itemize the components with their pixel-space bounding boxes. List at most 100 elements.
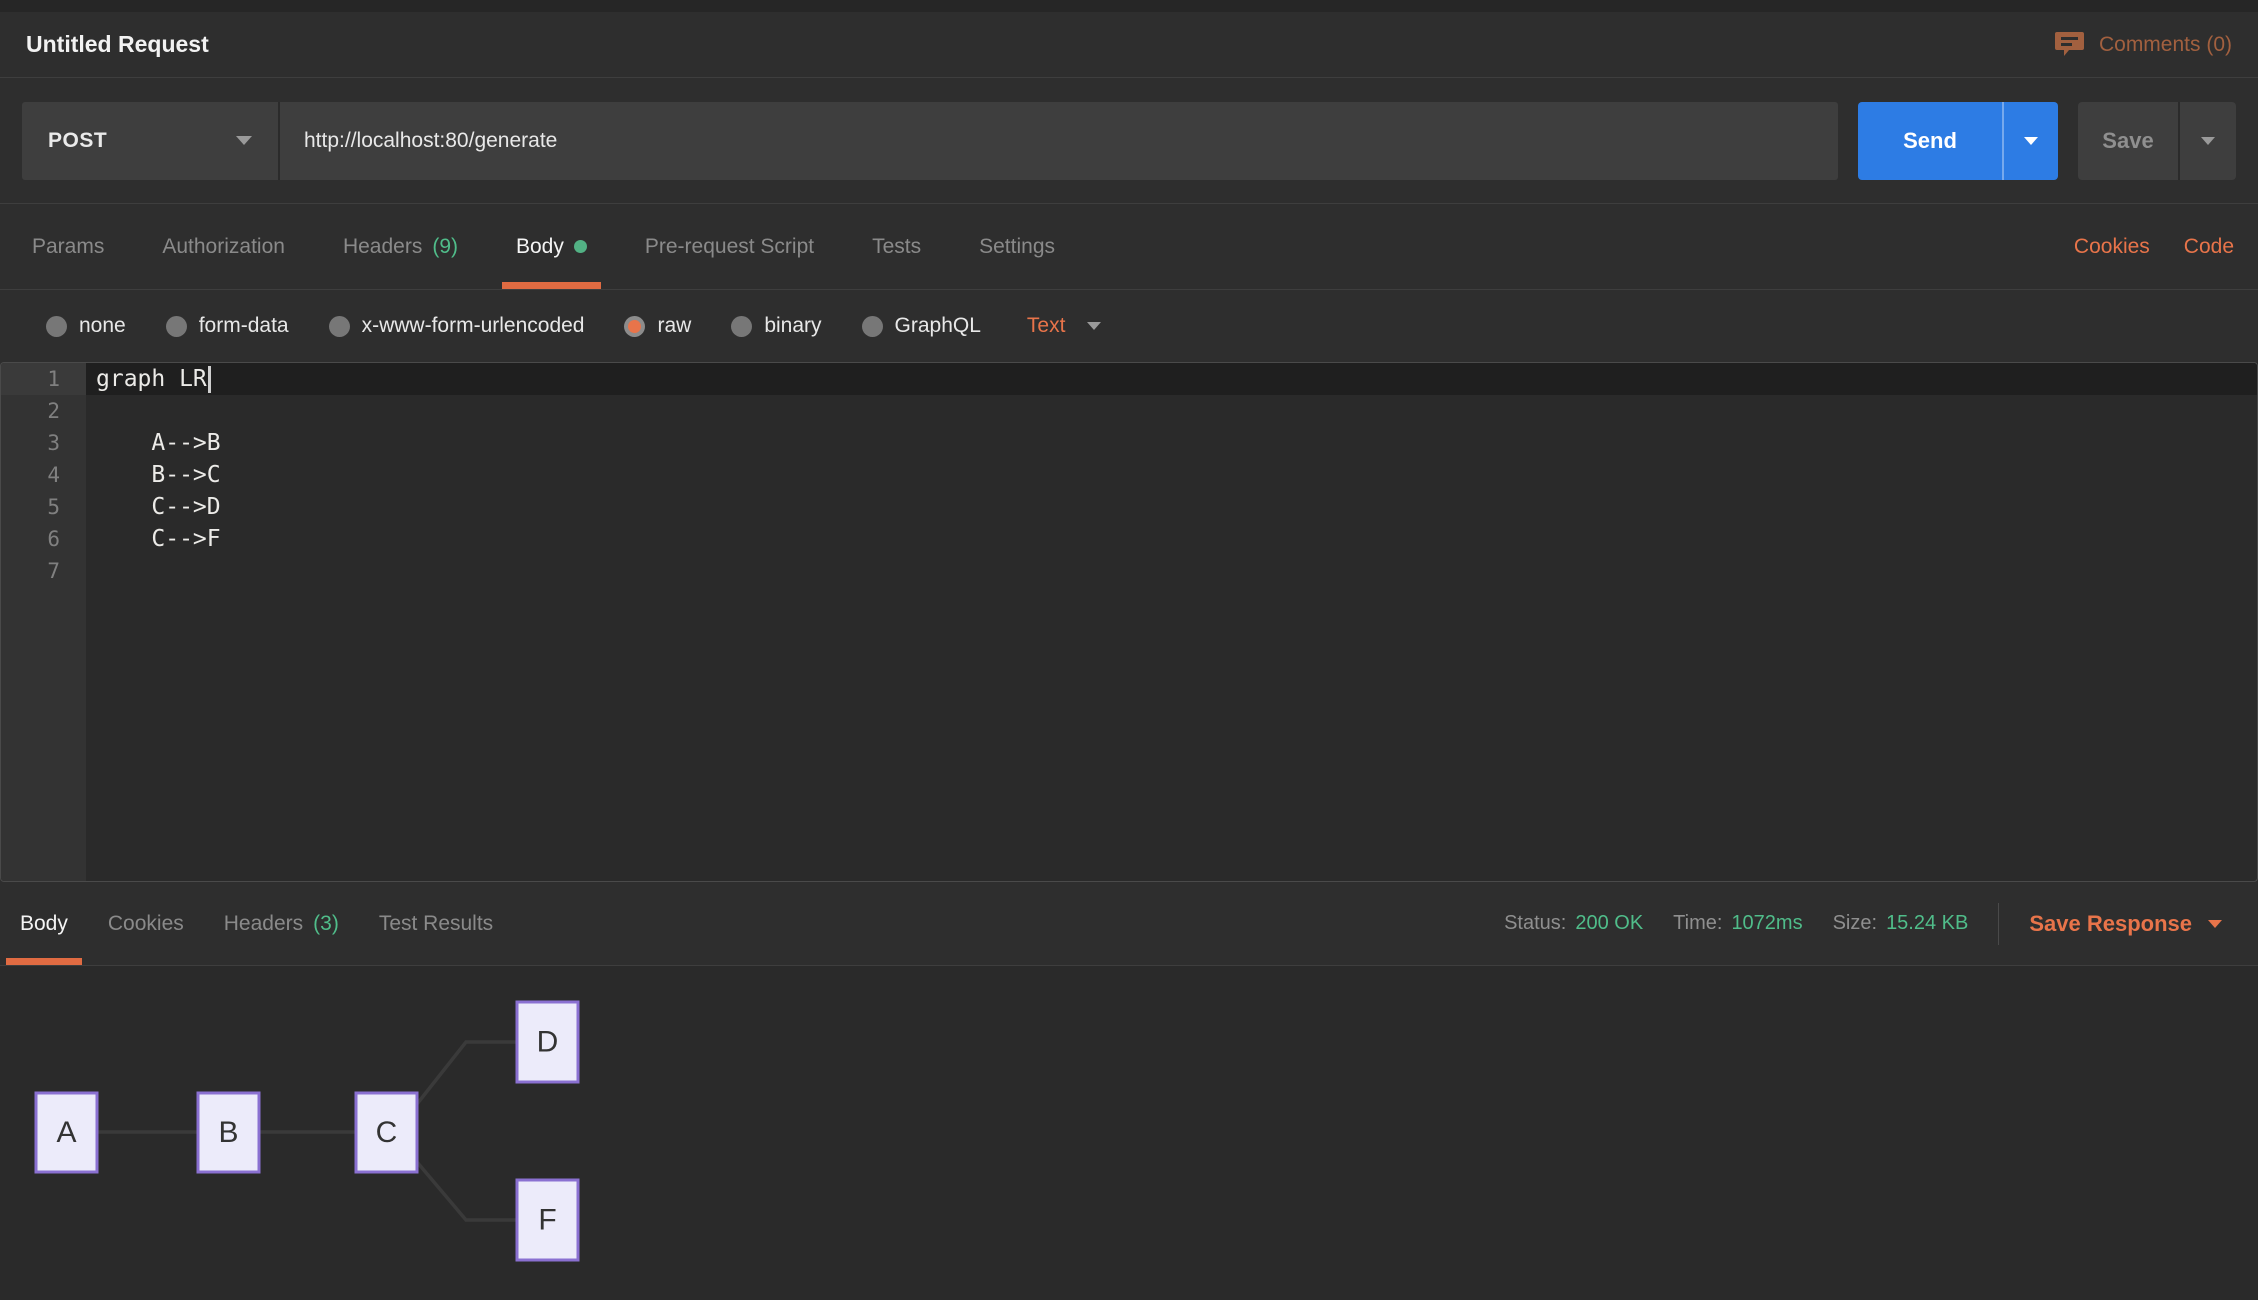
body-type-radio[interactable]: binary <box>731 314 821 338</box>
graph-node-label: B <box>218 1116 238 1149</box>
graph-edge <box>417 1162 517 1220</box>
radio-label: raw <box>657 314 691 338</box>
response-tab[interactable]: Body <box>6 882 82 965</box>
radio-icon <box>731 316 752 337</box>
body-type-row: none form-data x-www-form-urlencoded raw… <box>0 290 2258 362</box>
tab-label: Body <box>20 912 68 936</box>
line-number: 2 <box>1 395 86 427</box>
request-links: Cookies Code <box>2074 204 2234 289</box>
body-active-dot <box>574 240 587 253</box>
editor-line[interactable]: 7 <box>1 555 2257 587</box>
radio-icon <box>862 316 883 337</box>
request-tab[interactable]: Headers (9) <box>329 204 472 289</box>
editor-line[interactable]: 5 C-->D <box>1 491 2257 523</box>
body-type-radio[interactable]: none <box>46 314 126 338</box>
time-value: 1072ms <box>1731 912 1802 935</box>
status-label: Status: <box>1504 912 1566 935</box>
line-text: graph LR <box>96 366 207 392</box>
editor-line[interactable]: 1 graph LR <box>1 363 2257 395</box>
graph-edge <box>417 1042 517 1104</box>
comments-button[interactable]: Comments (0) <box>2054 29 2232 60</box>
editor-line[interactable]: 2 <box>1 395 2257 427</box>
comment-icon <box>2054 29 2085 60</box>
line-text: B-->C <box>96 462 221 488</box>
status-value: 200 OK <box>1575 912 1643 935</box>
line-text: A-->B <box>96 430 221 456</box>
cookies-link[interactable]: Cookies <box>2074 235 2150 259</box>
request-bar: POST Send Save <box>0 78 2258 204</box>
body-type-radio[interactable]: raw <box>624 314 691 338</box>
line-number: 5 <box>1 491 86 523</box>
save-split-button: Save <box>2078 102 2236 180</box>
send-split-button: Send <box>1858 102 2058 180</box>
url-input[interactable] <box>280 102 1838 180</box>
request-tab[interactable]: Pre-request Script <box>631 204 828 289</box>
request-tab[interactable]: Params <box>18 204 118 289</box>
tab-label: Test Results <box>379 912 493 936</box>
line-content: B-->C <box>86 459 2257 491</box>
response-tabs: Body Cookies Headers (3) Test Results <box>6 882 507 965</box>
line-text: C-->F <box>96 526 221 552</box>
save-response-button[interactable]: Save Response <box>2029 911 2222 937</box>
radio-label: form-data <box>199 314 289 338</box>
graph-node-label: A <box>56 1116 76 1149</box>
line-number: 7 <box>1 555 86 587</box>
tab-label: Headers <box>224 912 303 936</box>
chevron-down-icon <box>2201 137 2215 145</box>
line-content <box>86 555 2257 587</box>
method-label: POST <box>48 129 107 153</box>
send-button[interactable]: Send <box>1858 102 2002 180</box>
tab-label: Params <box>32 235 104 259</box>
comments-label: Comments (0) <box>2099 33 2232 57</box>
line-content: A-->B <box>86 427 2257 459</box>
save-response-label: Save Response <box>2029 911 2192 937</box>
body-type-radio[interactable]: x-www-form-urlencoded <box>329 314 585 338</box>
graph-node-label: D <box>537 1026 559 1059</box>
request-tab[interactable]: Tests <box>858 204 935 289</box>
status-pair: Status: 200 OK <box>1504 912 1643 935</box>
tab-label: Settings <box>979 235 1055 259</box>
editor-lines: 1 graph LR 2 3 A-->B 4 B-->C 5 C-->D 6 C… <box>1 363 2257 587</box>
response-meta: Status: 200 OK Time: 1072ms Size: 15.24 … <box>1504 882 2222 965</box>
window-top-strip <box>0 0 2258 12</box>
text-cursor <box>208 366 211 393</box>
body-type-radio[interactable]: GraphQL <box>862 314 981 338</box>
chevron-down-icon <box>2208 920 2222 928</box>
request-tabs: Params Authorization Headers (9) Body Pr… <box>18 204 1069 289</box>
tab-count-badge: (9) <box>432 235 458 259</box>
body-type-radios: none form-data x-www-form-urlencoded raw… <box>46 314 981 338</box>
url-group: POST <box>22 102 1838 180</box>
editor-line[interactable]: 3 A-->B <box>1 427 2257 459</box>
divider <box>1998 903 1999 945</box>
tab-label: Cookies <box>108 912 184 936</box>
time-pair: Time: 1072ms <box>1673 912 1802 935</box>
line-text: C-->D <box>96 494 221 520</box>
body-type-radio[interactable]: form-data <box>166 314 289 338</box>
radio-icon <box>624 316 645 337</box>
save-options-button[interactable] <box>2178 102 2236 180</box>
response-tabs-row: Body Cookies Headers (3) Test Results St… <box>0 882 2258 966</box>
save-button[interactable]: Save <box>2078 102 2178 180</box>
request-tab[interactable]: Authorization <box>148 204 299 289</box>
send-options-button[interactable] <box>2002 102 2058 180</box>
line-number: 4 <box>1 459 86 491</box>
request-tabs-row: Params Authorization Headers (9) Body Pr… <box>0 204 2258 290</box>
time-label: Time: <box>1673 912 1722 935</box>
response-tab[interactable]: Headers (3) <box>210 882 353 965</box>
editor-line[interactable]: 4 B-->C <box>1 459 2257 491</box>
response-tab[interactable]: Cookies <box>94 882 198 965</box>
method-select[interactable]: POST <box>22 102 280 180</box>
request-tab[interactable]: Settings <box>965 204 1069 289</box>
response-body: ABCDF <box>0 966 2258 1300</box>
radio-icon <box>329 316 350 337</box>
size-pair: Size: 15.24 KB <box>1833 912 1969 935</box>
raw-format-select[interactable]: Text <box>1027 314 1102 338</box>
editor-line[interactable]: 6 C-->F <box>1 523 2257 555</box>
response-tab[interactable]: Test Results <box>365 882 507 965</box>
title-bar: Untitled Request Comments (0) <box>0 12 2258 78</box>
graph-node-label: F <box>538 1204 556 1237</box>
code-link[interactable]: Code <box>2184 235 2234 259</box>
request-title: Untitled Request <box>26 31 209 58</box>
code-editor[interactable]: 1 graph LR 2 3 A-->B 4 B-->C 5 C-->D 6 C… <box>0 362 2258 882</box>
request-tab[interactable]: Body <box>502 204 601 289</box>
